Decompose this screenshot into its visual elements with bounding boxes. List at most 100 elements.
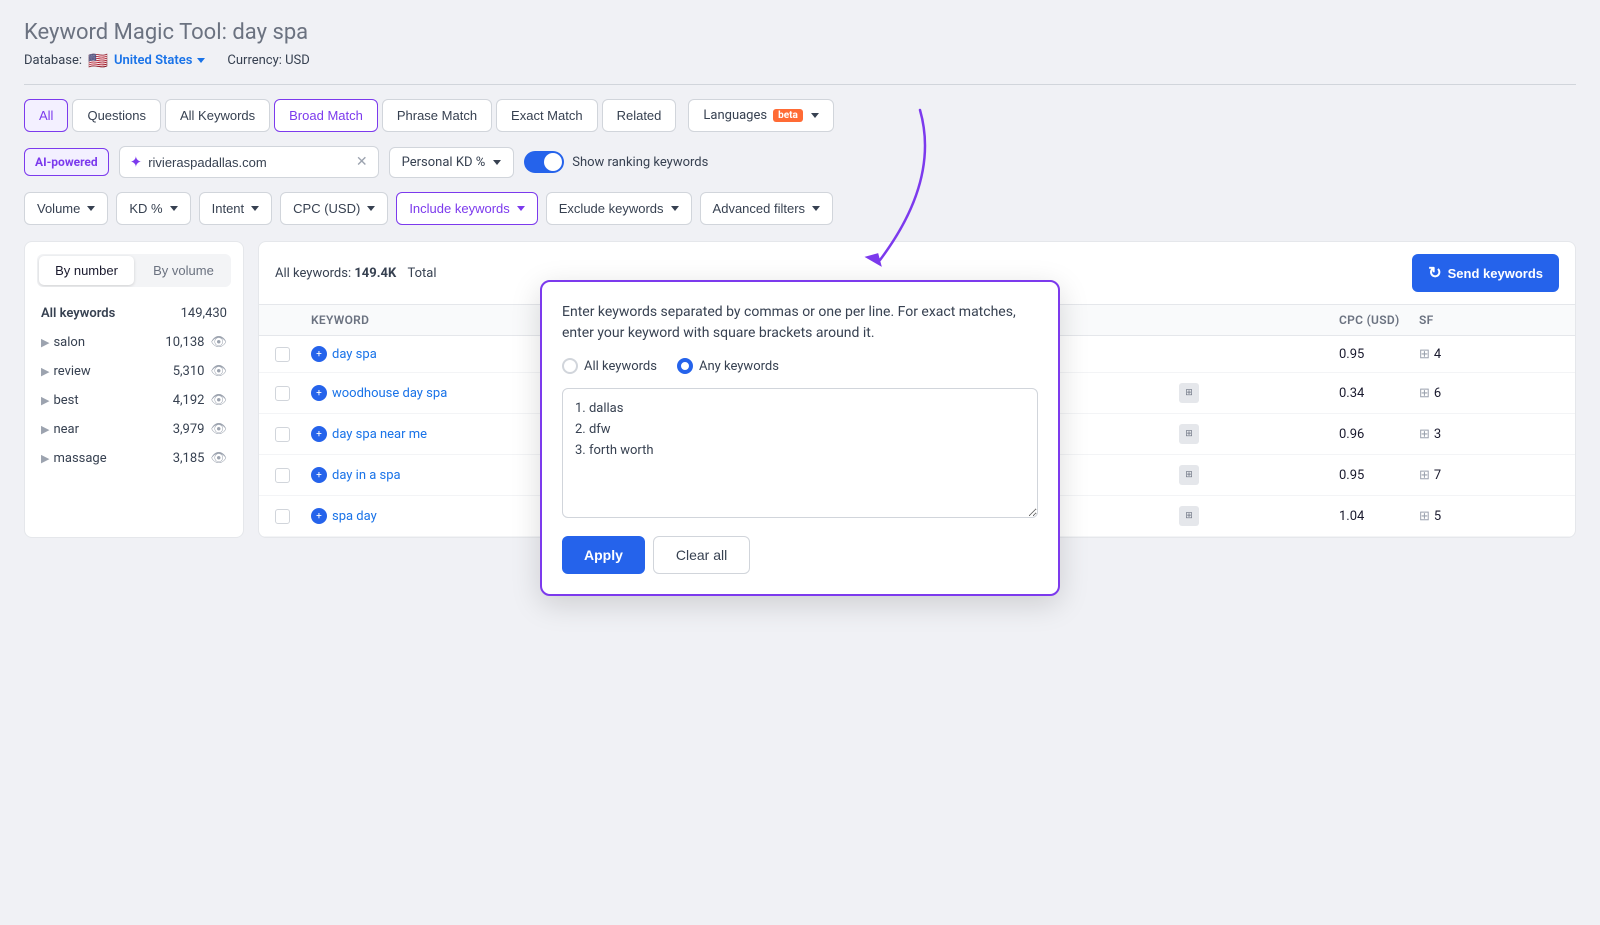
tab-exact-match[interactable]: Exact Match xyxy=(496,99,598,132)
expand-icon: ▶ xyxy=(41,452,49,465)
exclude-chevron-icon xyxy=(671,206,679,211)
sidebar-item-best[interactable]: ▶ best 4,192 👁 xyxy=(37,386,231,415)
add-icon: + xyxy=(311,385,327,401)
database-dropdown-icon xyxy=(197,58,205,63)
advanced-chevron-icon xyxy=(812,206,820,211)
volume-chevron-icon xyxy=(87,206,95,211)
tab-related[interactable]: Related xyxy=(602,99,677,132)
tab-questions[interactable]: Questions xyxy=(72,99,161,132)
row-checkbox[interactable] xyxy=(275,427,290,442)
toggle-wrapper: Show ranking keywords xyxy=(524,151,708,173)
table-icon: ⊞ xyxy=(1179,424,1199,444)
cell-sf: 6 xyxy=(1434,386,1441,401)
toggle-label: Show ranking keywords xyxy=(572,155,708,170)
flag-icon: 🇺🇸 xyxy=(88,51,108,70)
sidebar-item-near[interactable]: ▶ near 3,979 👁 xyxy=(37,415,231,444)
ai-input-wrapper[interactable]: ✦ ✕ xyxy=(119,146,379,178)
languages-chevron-icon xyxy=(811,113,819,118)
tab-languages[interactable]: Languages beta xyxy=(688,99,833,132)
currency-label: Currency: USD xyxy=(227,53,309,68)
add-icon: + xyxy=(311,508,327,524)
cell-cpc: 0.34 xyxy=(1339,386,1419,401)
sidebar-item-all[interactable]: All keywords 149,430 xyxy=(37,299,231,328)
cell-sf: 7 xyxy=(1434,468,1441,483)
send-icon: ↻ xyxy=(1428,263,1441,283)
filter-volume[interactable]: Volume xyxy=(24,192,108,225)
filter-cpc[interactable]: CPC (USD) xyxy=(280,192,388,225)
ai-row: AI-powered ✦ ✕ Personal KD % Show rankin… xyxy=(24,146,1576,178)
keywords-textarea[interactable]: 1. dallas 2. dfw 3. forth worth xyxy=(562,388,1038,518)
add-icon: + xyxy=(311,467,327,483)
filter-kd[interactable]: KD % xyxy=(116,192,190,225)
apply-button[interactable]: Apply xyxy=(562,536,645,574)
tabs-row: All Questions All Keywords Broad Match P… xyxy=(24,99,1576,132)
eye-icon[interactable]: 👁 xyxy=(210,364,227,379)
col-cpc: CPC (USD) xyxy=(1339,313,1419,327)
ai-powered-badge: AI-powered xyxy=(24,148,109,176)
sidebar-item-massage[interactable]: ▶ massage 3,185 👁 xyxy=(37,444,231,473)
row-checkbox[interactable] xyxy=(275,468,290,483)
cell-sf-icon[interactable]: ⊞ xyxy=(1419,386,1430,401)
radio-any-keywords[interactable]: Any keywords xyxy=(677,358,779,374)
by-number-btn[interactable]: By number xyxy=(39,256,134,285)
cell-sf-icon[interactable]: ⊞ xyxy=(1419,427,1430,442)
eye-icon[interactable]: 👁 xyxy=(210,393,227,408)
table-icon: ⊞ xyxy=(1179,465,1199,485)
sidebar-item-salon[interactable]: ▶ salon 10,138 👁 xyxy=(37,328,231,357)
expand-icon: ▶ xyxy=(41,365,49,378)
include-keywords-popup: Enter keywords separated by commas or on… xyxy=(540,280,1060,596)
col-checkbox xyxy=(275,313,311,327)
intent-chevron-icon xyxy=(251,206,259,211)
radio-all-keywords[interactable]: All keywords xyxy=(562,358,657,374)
expand-icon: ▶ xyxy=(41,336,49,349)
table-icon: ⊞ xyxy=(1179,383,1199,403)
tab-phrase-match[interactable]: Phrase Match xyxy=(382,99,492,132)
by-volume-btn[interactable]: By volume xyxy=(136,254,231,287)
col-sf: SF xyxy=(1419,313,1499,327)
filter-include-keywords[interactable]: Include keywords xyxy=(396,192,537,225)
tab-broad-match[interactable]: Broad Match xyxy=(274,99,378,132)
page-title: Keyword Magic Tool: day spa xyxy=(24,20,1576,45)
sparkle-icon: ✦ xyxy=(130,153,143,171)
row-checkbox[interactable] xyxy=(275,386,290,401)
send-keywords-button[interactable]: ↻ Send keywords xyxy=(1412,254,1559,292)
ai-domain-input[interactable] xyxy=(148,155,350,170)
cpc-chevron-icon xyxy=(367,206,375,211)
clear-all-button[interactable]: Clear all xyxy=(653,536,750,574)
clear-input-icon[interactable]: ✕ xyxy=(356,154,368,170)
ranking-toggle[interactable] xyxy=(524,151,564,173)
eye-icon[interactable]: 👁 xyxy=(210,451,227,466)
sidebar-item-review[interactable]: ▶ review 5,310 👁 xyxy=(37,357,231,386)
table-stats: All keywords: 149.4K Total xyxy=(275,266,436,281)
table-icon: ⊞ xyxy=(1179,506,1199,526)
beta-badge: beta xyxy=(773,109,803,122)
radio-circle-all xyxy=(562,358,578,374)
kd-chevron-icon xyxy=(170,206,178,211)
database-country[interactable]: United States xyxy=(114,53,205,68)
col-actions xyxy=(1499,313,1559,327)
cell-sf-icon[interactable]: ⊞ xyxy=(1419,509,1430,524)
toggle-knob xyxy=(544,153,562,171)
filter-advanced[interactable]: Advanced filters xyxy=(700,192,834,225)
col-empty2 xyxy=(1259,313,1339,327)
popup-actions: Apply Clear all xyxy=(562,536,1038,574)
filter-exclude-keywords[interactable]: Exclude keywords xyxy=(546,192,692,225)
row-checkbox[interactable] xyxy=(275,509,290,524)
cell-sf-icon[interactable]: ⊞ xyxy=(1419,468,1430,483)
cell-sf: 3 xyxy=(1434,427,1441,442)
database-label: Database: xyxy=(24,53,82,68)
cell-sf: 4 xyxy=(1434,347,1441,362)
eye-icon[interactable]: 👁 xyxy=(210,335,227,350)
cell-sf-icon[interactable]: ⊞ xyxy=(1419,347,1430,362)
eye-icon[interactable]: 👁 xyxy=(210,422,227,437)
add-icon: + xyxy=(311,346,327,362)
popup-description: Enter keywords separated by commas or on… xyxy=(562,302,1038,344)
kd-dropdown[interactable]: Personal KD % xyxy=(389,147,515,178)
cell-cpc: 0.95 xyxy=(1339,347,1419,362)
row-checkbox[interactable] xyxy=(275,347,290,362)
by-toggle: By number By volume xyxy=(37,254,231,287)
tab-all-keywords[interactable]: All Keywords xyxy=(165,99,270,132)
filter-intent[interactable]: Intent xyxy=(199,192,273,225)
tab-all[interactable]: All xyxy=(24,99,68,132)
sidebar: By number By volume All keywords 149,430… xyxy=(24,241,244,538)
